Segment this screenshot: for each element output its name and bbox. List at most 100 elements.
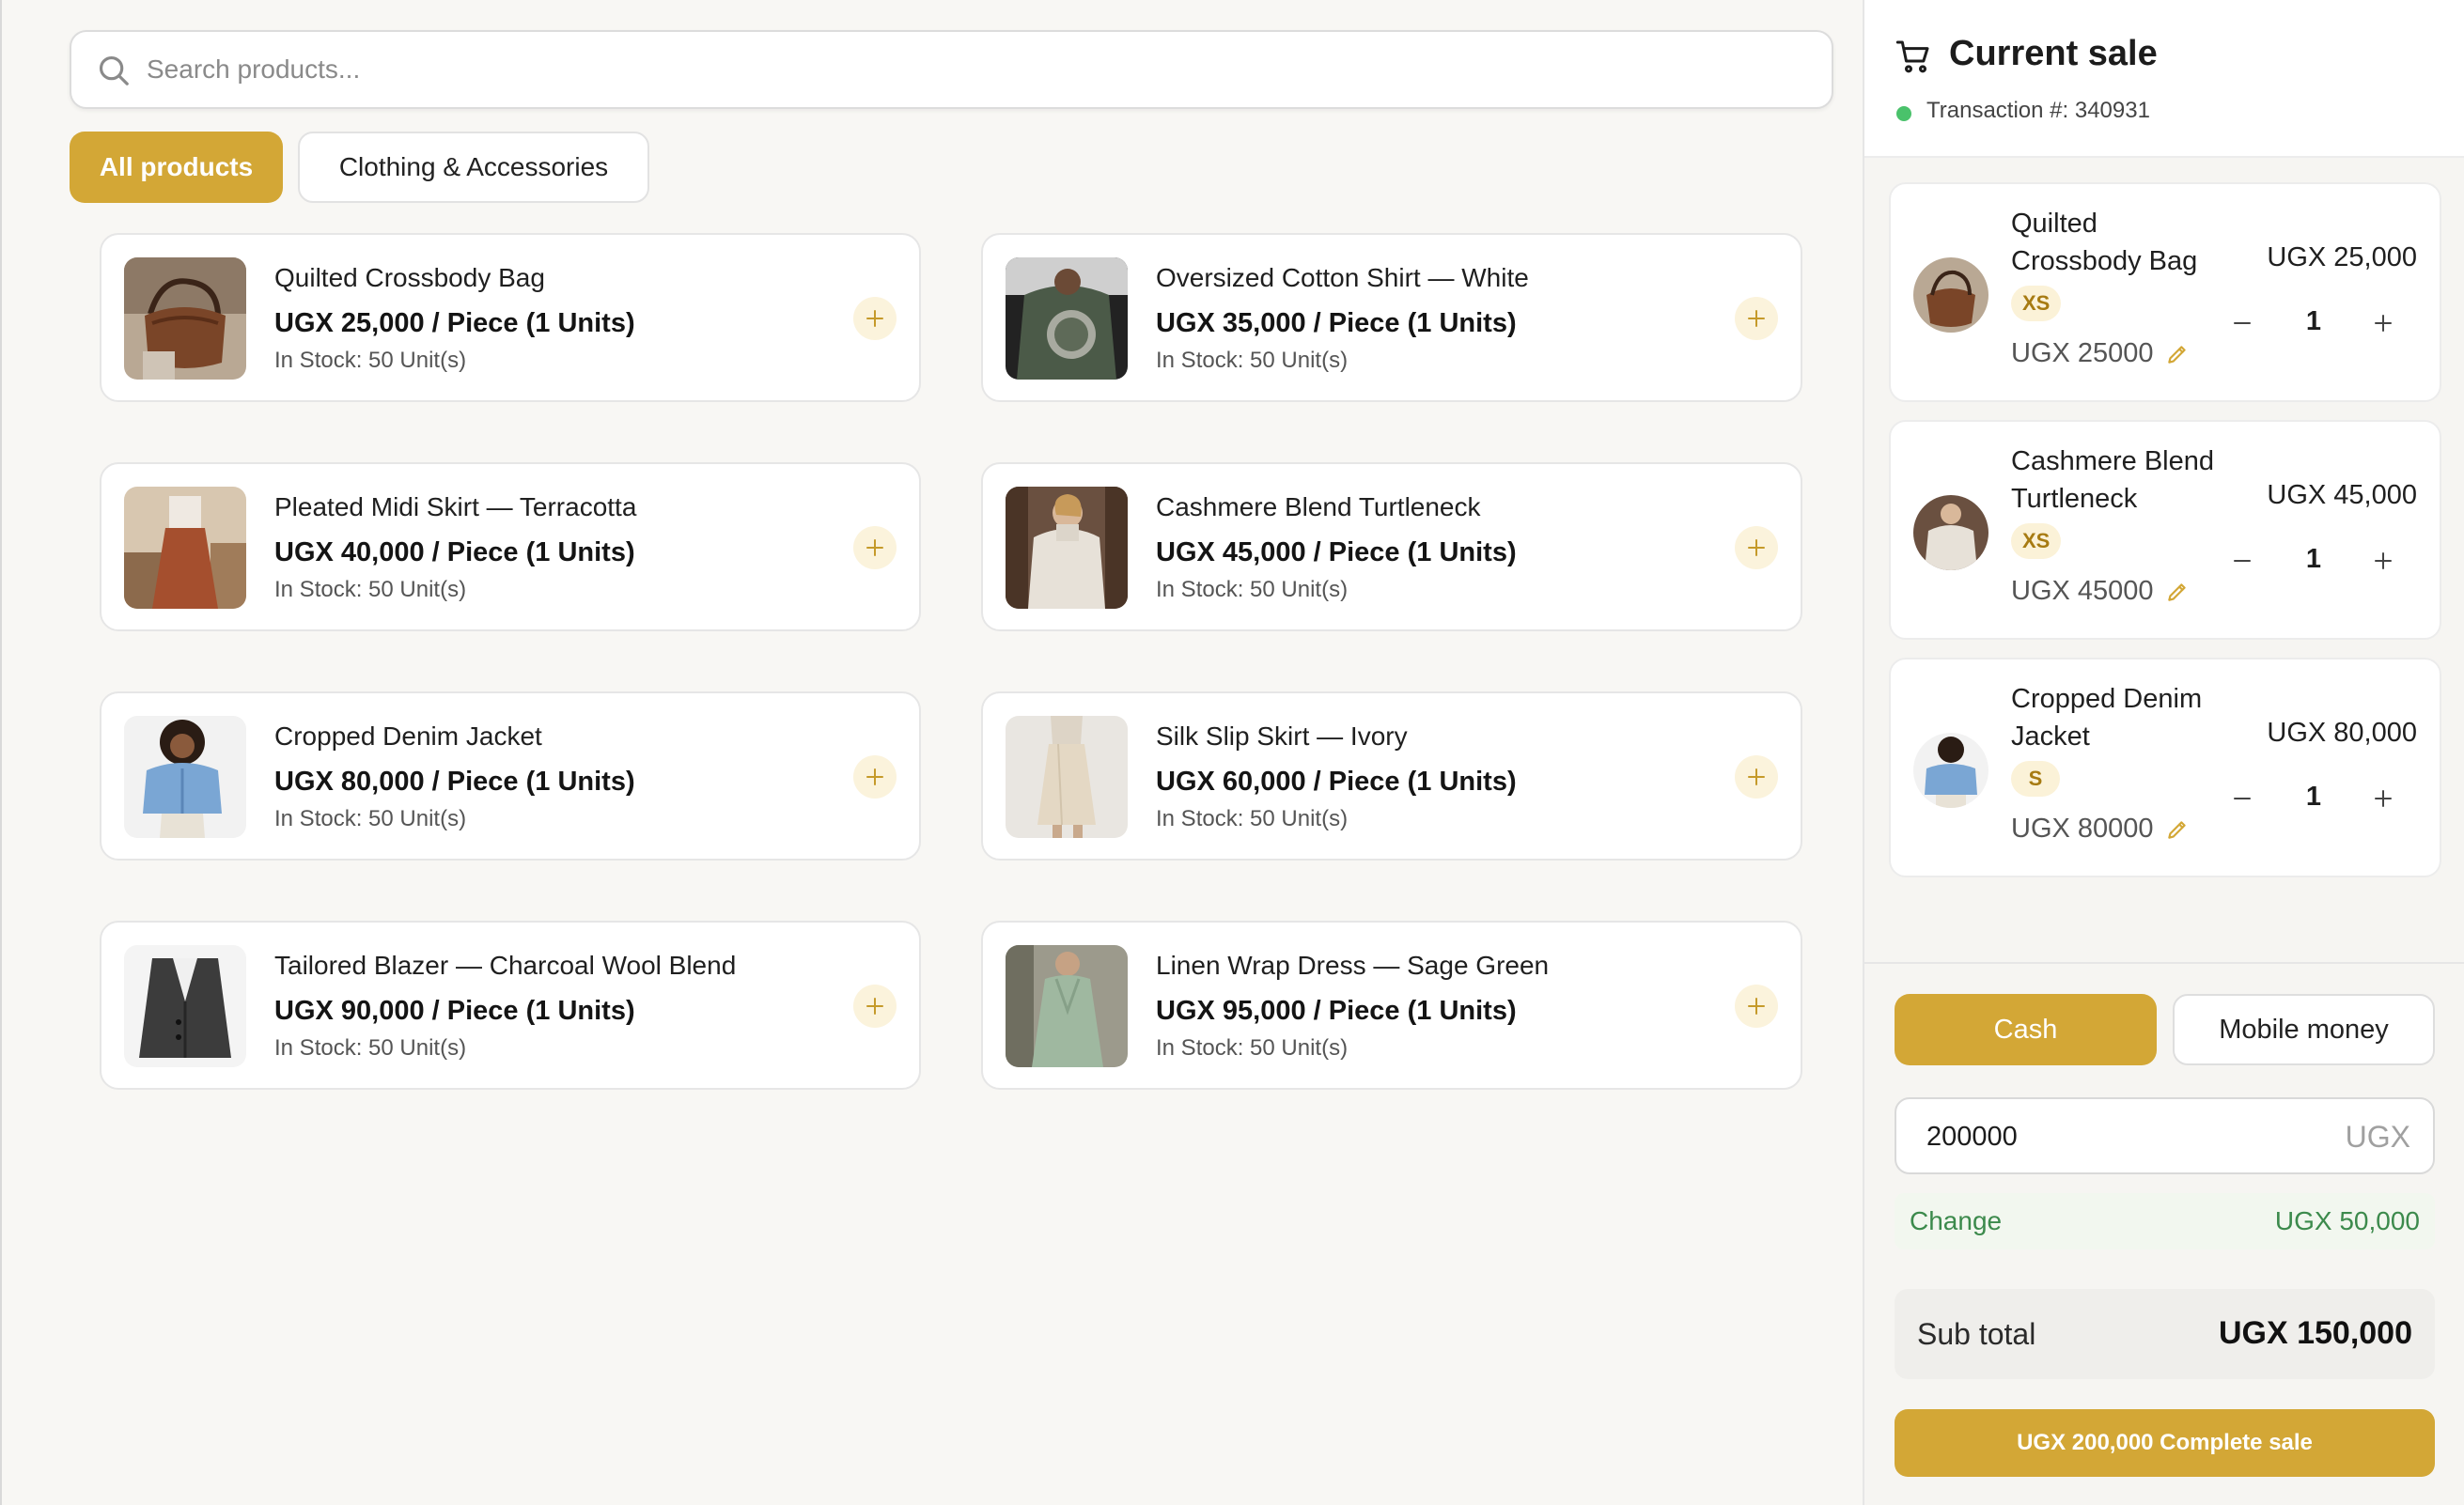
product-image-bag xyxy=(124,257,246,380)
cart-item-image xyxy=(1913,495,1988,570)
product-card[interactable]: Tailored Blazer — Charcoal Wool Blend UG… xyxy=(100,921,921,1090)
edit-price-icon[interactable] xyxy=(2165,580,2190,604)
cart-item-name: Quilted Crossbody Bag xyxy=(2011,209,2198,276)
amount-received-field[interactable]: UGX xyxy=(1895,1097,2435,1174)
search-icon xyxy=(99,55,129,85)
subtotal-value: UGX 150,000 xyxy=(2218,1315,2412,1351)
sale-title: Current sale xyxy=(1949,34,2158,73)
add-to-cart-button[interactable] xyxy=(853,755,897,799)
product-stock: In Stock: 50 Unit(s) xyxy=(1156,806,1349,831)
product-card[interactable]: Cashmere Blend Turtleneck UGX 45,000 / P… xyxy=(981,462,1802,631)
product-image-slip-skirt xyxy=(1006,716,1128,838)
plus-icon xyxy=(2375,315,2392,332)
cart-item-subtotal: UGX 45000 xyxy=(2011,576,2154,606)
transaction-number: Transaction #: 340931 xyxy=(1926,98,2150,123)
change-label: Change xyxy=(1910,1206,2003,1235)
product-panel: All products Clothing & Accessories Quil… xyxy=(0,0,1863,1505)
size-badge: XS xyxy=(2011,523,2062,559)
cart-item-subtotal: UGX 80000 xyxy=(2011,814,2154,844)
minus-icon xyxy=(2234,798,2251,799)
product-image-shirt xyxy=(1006,257,1128,380)
amount-input[interactable] xyxy=(1926,1112,2302,1161)
change-value: UGX 50,000 xyxy=(2274,1206,2420,1235)
product-name: Oversized Cotton Shirt — White xyxy=(1156,263,1529,292)
add-to-cart-button[interactable] xyxy=(853,297,897,340)
quantity-value: 1 xyxy=(2305,782,2322,812)
product-name: Pleated Midi Skirt — Terracotta xyxy=(274,492,637,521)
product-card[interactable]: Oversized Cotton Shirt — White UGX 35,00… xyxy=(981,233,1802,402)
plus-icon xyxy=(866,768,883,785)
add-to-cart-button[interactable] xyxy=(1735,985,1778,1028)
add-to-cart-button[interactable] xyxy=(1735,297,1778,340)
decrease-quantity-button[interactable] xyxy=(2223,304,2261,342)
product-price: UGX 95,000 / Piece (1 Units) xyxy=(1156,996,1517,1026)
product-name: Tailored Blazer — Charcoal Wool Blend xyxy=(274,951,737,980)
add-to-cart-button[interactable] xyxy=(853,526,897,569)
decrease-quantity-button[interactable] xyxy=(2223,780,2261,817)
minus-icon xyxy=(2234,560,2251,562)
cart-item-name: Cashmere Blend Turtleneck xyxy=(2011,446,2214,514)
cart-item-image xyxy=(1913,257,1988,333)
plus-icon xyxy=(2375,790,2392,807)
plus-icon xyxy=(2375,552,2392,569)
product-price: UGX 35,000 / Piece (1 Units) xyxy=(1156,308,1517,338)
product-card[interactable]: Quilted Crossbody Bag UGX 25,000 / Piece… xyxy=(100,233,921,402)
search-bar[interactable] xyxy=(70,30,1833,109)
cart-item-name: Cropped Denim Jacket xyxy=(2011,684,2203,752)
status-dot xyxy=(1896,106,1911,121)
category-clothing-accessories-button[interactable]: Clothing & Accessories xyxy=(298,132,649,203)
product-name: Silk Slip Skirt — Ivory xyxy=(1156,721,1408,751)
product-image-turtleneck xyxy=(1006,487,1128,609)
plus-icon xyxy=(866,310,883,327)
product-stock: In Stock: 50 Unit(s) xyxy=(274,348,467,373)
cash-payment-button[interactable]: Cash xyxy=(1895,994,2157,1065)
decrease-quantity-button[interactable] xyxy=(2223,542,2261,580)
add-to-cart-button[interactable] xyxy=(1735,755,1778,799)
complete-sale-button[interactable]: UGX 200,000 Complete sale xyxy=(1895,1409,2435,1477)
edit-price-icon[interactable] xyxy=(2165,817,2190,842)
product-image-denim-jacket xyxy=(124,716,246,838)
product-name: Cropped Denim Jacket xyxy=(274,721,542,751)
product-price: UGX 80,000 / Piece (1 Units) xyxy=(274,767,635,797)
product-card[interactable]: Linen Wrap Dress — Sage Green UGX 95,000… xyxy=(981,921,1802,1090)
cart-item: Quilted Crossbody Bag XS UGX 25000 UGX 2… xyxy=(1889,182,2441,402)
change-row: Change UGX 50,000 xyxy=(1895,1193,2435,1249)
edit-price-icon[interactable] xyxy=(2165,342,2190,366)
product-stock: In Stock: 50 Unit(s) xyxy=(274,806,467,831)
payment-section: Cash Mobile money UGX Change UGX 50,000 … xyxy=(1864,962,2464,1505)
add-to-cart-button[interactable] xyxy=(1735,526,1778,569)
mobile-money-payment-button[interactable]: Mobile money xyxy=(2173,994,2435,1065)
plus-icon xyxy=(866,998,883,1015)
product-card[interactable]: Pleated Midi Skirt — Terracotta UGX 40,0… xyxy=(100,462,921,631)
subtotal-row: Sub total UGX 150,000 xyxy=(1895,1289,2435,1379)
plus-icon xyxy=(1748,310,1765,327)
cart-item-image xyxy=(1913,733,1988,808)
product-price: UGX 45,000 / Piece (1 Units) xyxy=(1156,537,1517,567)
minus-icon xyxy=(2234,322,2251,324)
product-stock: In Stock: 50 Unit(s) xyxy=(1156,348,1349,373)
plus-icon xyxy=(1748,768,1765,785)
quantity-value: 1 xyxy=(2305,306,2322,336)
category-all-products-button[interactable]: All products xyxy=(70,132,283,203)
product-card[interactable]: Cropped Denim Jacket UGX 80,000 / Piece … xyxy=(100,691,921,861)
product-price: UGX 40,000 / Piece (1 Units) xyxy=(274,537,635,567)
cart-item-price: UGX 45,000 xyxy=(2267,480,2417,510)
product-card[interactable]: Silk Slip Skirt — Ivory UGX 60,000 / Pie… xyxy=(981,691,1802,861)
product-price: UGX 90,000 / Piece (1 Units) xyxy=(274,996,635,1026)
product-stock: In Stock: 50 Unit(s) xyxy=(1156,577,1349,602)
cart-item: Cropped Denim Jacket S UGX 80000 UGX 80,… xyxy=(1889,658,2441,877)
increase-quantity-button[interactable] xyxy=(2364,542,2402,580)
add-to-cart-button[interactable] xyxy=(853,985,897,1028)
product-name: Quilted Crossbody Bag xyxy=(274,263,545,292)
search-input[interactable] xyxy=(147,45,1801,94)
product-image-blazer xyxy=(124,945,246,1067)
product-stock: In Stock: 50 Unit(s) xyxy=(1156,1035,1349,1061)
increase-quantity-button[interactable] xyxy=(2364,304,2402,342)
product-stock: In Stock: 50 Unit(s) xyxy=(274,1035,467,1061)
product-stock: In Stock: 50 Unit(s) xyxy=(274,577,467,602)
cart-item: Cashmere Blend Turtleneck XS UGX 45000 U… xyxy=(1889,420,2441,640)
plus-icon xyxy=(866,539,883,556)
cart-item-price: UGX 80,000 xyxy=(2267,718,2417,748)
quantity-value: 1 xyxy=(2305,544,2322,574)
increase-quantity-button[interactable] xyxy=(2364,780,2402,817)
